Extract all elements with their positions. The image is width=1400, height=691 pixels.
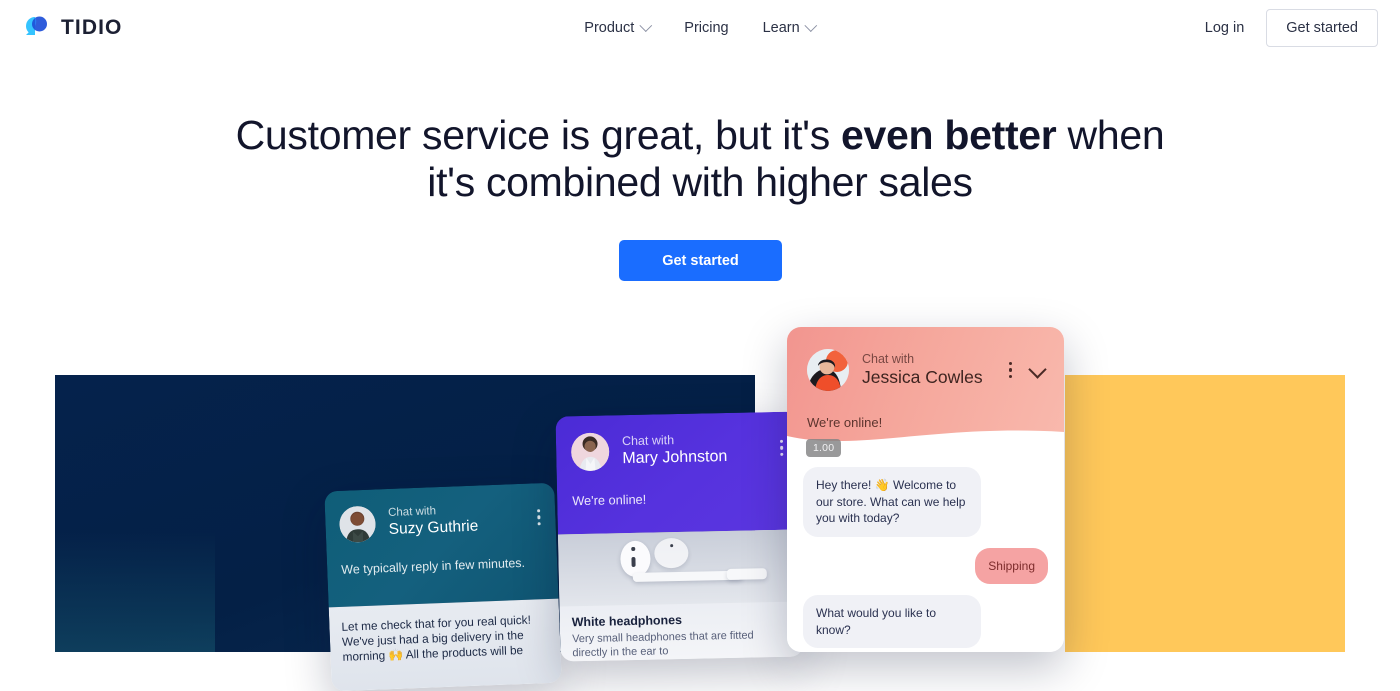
chat-message-row: Shipping (803, 547, 1048, 584)
chat-message-row: What would you like to know? (803, 595, 1048, 648)
brand-logo[interactable]: TIDIO (22, 13, 123, 43)
avatar (807, 349, 849, 391)
chat-with-label: Chat with (862, 351, 915, 366)
chat-widget-suzy-body: Let me check that for you real quick! We… (328, 598, 562, 691)
chat-message-bubble: What would you like to know? (803, 595, 981, 648)
get-started-header-button[interactable]: Get started (1266, 9, 1378, 47)
avatar (338, 505, 377, 543)
kebab-menu-icon[interactable] (779, 439, 784, 456)
kebab-menu-icon[interactable] (1009, 361, 1013, 379)
nav-item-product-label: Product (584, 19, 635, 36)
nav-item-learn-label: Learn (762, 19, 800, 36)
hero-title-part-a: Customer service is great, but it's (235, 112, 841, 158)
chat-agent-name: Mary Johnston (622, 448, 728, 468)
minimize-chevron-down-icon[interactable] (1028, 360, 1047, 380)
product-description: Very small headphones that are fitted di… (572, 629, 754, 660)
avatar (570, 432, 610, 472)
chat-widget-suzy[interactable]: Chat with Suzy Guthrie We typically repl… (324, 482, 562, 691)
product-image (557, 529, 803, 607)
chat-agent-name: Jessica Cowles (862, 367, 983, 388)
chat-widget-jessica-header: Chat with Jessica Cowles We're online! (787, 327, 1064, 448)
hero-title-line-2: it's combined with higher sales (427, 159, 973, 205)
chat-widget-jessica-names: Chat with Jessica Cowles (862, 351, 983, 388)
chat-widget-jessica-actions (1009, 360, 1047, 380)
yellow-background-panel (1065, 375, 1345, 652)
get-started-hero-button[interactable]: Get started (619, 240, 782, 281)
chat-message-bubble: Shipping (975, 547, 1048, 584)
chat-widget-mary-body: White headphones Very small headphones t… (557, 529, 804, 662)
timestamp-badge: 1.00 (806, 439, 842, 457)
header-actions: Log in Get started (1205, 0, 1378, 56)
tidio-logo-icon (22, 13, 52, 43)
nav-item-pricing[interactable]: Pricing (684, 21, 728, 36)
nav-item-learn[interactable]: Learn (762, 18, 818, 36)
chat-message-bubble: Hey there! 👋 Welcome to our store. What … (803, 467, 981, 537)
hero-title-part-c: when (1056, 112, 1165, 158)
chat-status-text: We're online! (572, 491, 647, 509)
chat-widget-suzy-header: Chat with Suzy Guthrie We typically repl… (324, 482, 559, 608)
chat-widget-mary-actions (779, 439, 784, 456)
chat-widget-mary-header: Chat with Mary Johnston We're online! (555, 411, 801, 535)
brand-name: TIDIO (61, 16, 123, 39)
main-nav: Product Pricing Learn (584, 0, 818, 56)
site-header: TIDIO Product Pricing Learn Log in Get s… (0, 0, 1400, 56)
chat-widget-jessica-body: Hey there! 👋 Welcome to our store. What … (787, 447, 1064, 652)
chat-widget-suzy-names: Chat with Suzy Guthrie (388, 504, 479, 539)
hero-title-line-1: Customer service is great, but it's even… (0, 112, 1400, 159)
hero-title-emphasis: even better (841, 112, 1057, 158)
chat-with-label: Chat with (621, 432, 675, 448)
chat-status-text: We typically reply in few minutes. (340, 555, 526, 577)
chat-message: Let me check that for you real quick! We… (341, 612, 532, 664)
chat-agent-name: Suzy Guthrie (388, 517, 479, 538)
chat-widget-jessica[interactable]: Chat with Jessica Cowles We're online! 1… (787, 327, 1064, 652)
chat-widget-suzy-actions (537, 509, 542, 526)
chat-widget-mary-names: Chat with Mary Johnston (622, 433, 728, 468)
product-title: White headphones (571, 612, 683, 630)
chat-widget-mary[interactable]: Chat with Mary Johnston We're online! Wh… (555, 411, 804, 662)
page-title: Customer service is great, but it's even… (0, 112, 1400, 206)
chat-message-row: Hey there! 👋 Welcome to our store. What … (803, 467, 1048, 537)
chevron-down-icon (804, 18, 818, 32)
kebab-menu-icon[interactable] (537, 509, 542, 526)
chevron-down-icon (639, 18, 653, 32)
nav-item-product[interactable]: Product (584, 18, 653, 36)
nav-item-pricing-label: Pricing (684, 19, 729, 36)
login-link[interactable]: Log in (1205, 20, 1245, 36)
